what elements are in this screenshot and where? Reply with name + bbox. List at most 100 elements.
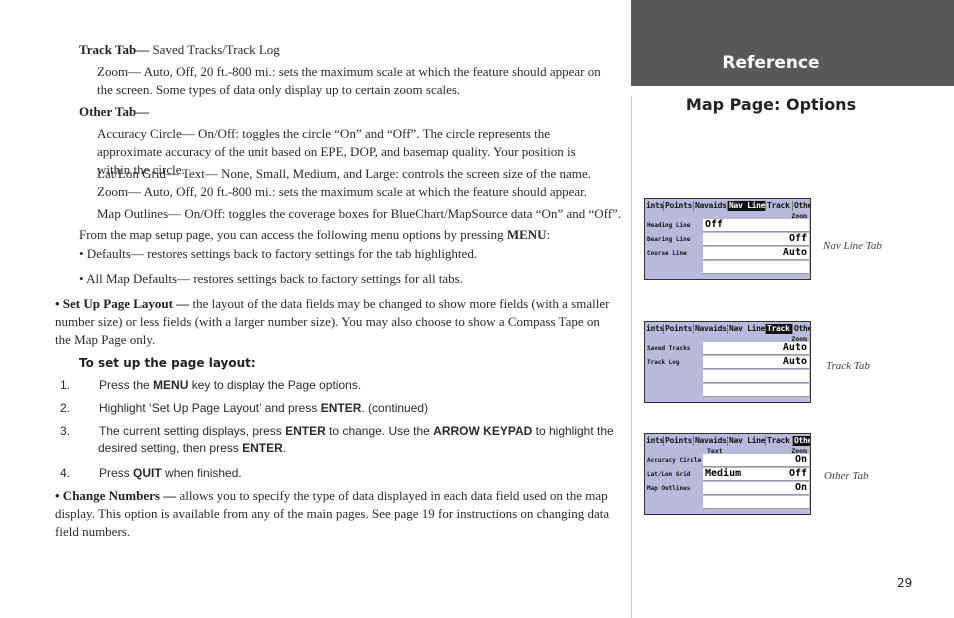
screen-tab[interactable]: Points xyxy=(664,324,694,334)
screen-tab[interactable]: Track xyxy=(766,324,793,334)
screen-tab-bar: intsPointsNavaidsNav LineTrackOther xyxy=(645,324,810,334)
screen-caption: Track Tab xyxy=(826,360,870,372)
zoom-value: Off xyxy=(788,233,807,244)
setting-field[interactable]: Auto xyxy=(703,247,809,260)
step-text: when finished. xyxy=(161,466,242,480)
page-title: Map Page: Options xyxy=(685,95,857,114)
track-tab-desc: Saved Tracks/Track Log xyxy=(149,42,280,57)
page-number: 29 xyxy=(897,576,913,590)
screen-tab[interactable]: Nav Line xyxy=(728,324,766,334)
text-value: Off xyxy=(705,219,724,230)
setting-row xyxy=(645,496,810,509)
setting-label: Accuracy Circle xyxy=(647,457,702,464)
step-number: 1. xyxy=(60,378,71,392)
section-label: Reference xyxy=(722,53,820,73)
setting-row xyxy=(645,261,810,274)
setting-row: Lat/Lon Grid Medium Off xyxy=(645,468,810,481)
latlon-grid-text-2: Zoom— Auto, Off, 20 ft.-800 mi.: sets th… xyxy=(97,184,588,199)
key-name: MENU xyxy=(153,378,189,392)
setting-field[interactable]: Auto xyxy=(703,342,809,355)
step-number: 2. xyxy=(60,401,71,415)
key-name: QUIT xyxy=(133,466,162,480)
procedure-step: 2. Highlight ‘Set Up Page Layout’ and pre… xyxy=(60,400,638,417)
setting-field[interactable] xyxy=(703,261,809,274)
screen-tab[interactable]: Navaids xyxy=(694,324,728,334)
column-divider xyxy=(631,96,632,618)
procedure-step: 3. The current setting displays, press EN… xyxy=(60,423,638,457)
setting-field[interactable] xyxy=(703,370,809,383)
map-outlines-text: Map Outlines— On/Off: toggles the covera… xyxy=(97,206,622,221)
track-zoom-text: Zoom— Auto, Off, 20 ft.-800 mi.: sets th… xyxy=(97,64,601,97)
track-tab-title: Track Tab— xyxy=(79,42,150,57)
key-name: ARROW KEYPAD xyxy=(433,424,533,438)
text-value: Medium xyxy=(705,468,742,479)
menu-intro: From the map setup page, you can access … xyxy=(79,226,619,244)
setting-label: Course Line xyxy=(647,250,687,257)
step-text: to change. Use the xyxy=(325,424,434,438)
setting-field[interactable]: Medium Off xyxy=(703,468,809,481)
setting-label: Heading Line xyxy=(647,222,691,229)
setting-field[interactable]: Off xyxy=(703,233,809,246)
setting-row xyxy=(645,384,810,397)
screen-tab[interactable]: Nav Line xyxy=(728,201,766,211)
latlon-grid-text-1: Lat/Lon Grid— Text— None, Small, Medium,… xyxy=(97,166,591,181)
zoom-value: On xyxy=(794,482,807,493)
setting-row: Accuracy Circle On xyxy=(645,454,810,467)
zoom-value: Auto xyxy=(782,247,807,258)
track-tab-heading: Track Tab— Saved Tracks/Track Log xyxy=(79,41,639,59)
setting-row: Track Log Auto xyxy=(645,356,810,369)
screen-tab[interactable]: Points xyxy=(664,201,694,211)
setting-label: Saved Tracks xyxy=(647,345,691,352)
step-text: The current setting displays, press xyxy=(99,424,286,438)
procedure-title: To set up the page layout: xyxy=(79,356,256,370)
step-text: Press the xyxy=(99,378,154,392)
screen-tab[interactable]: Nav Line xyxy=(728,436,766,446)
procedure-step: 4. Press QUIT when finished. xyxy=(60,465,638,482)
setting-field[interactable]: On xyxy=(703,454,809,467)
setting-field[interactable]: On xyxy=(703,482,809,495)
screen-tab[interactable]: Points xyxy=(664,436,694,446)
section-header-band xyxy=(631,0,954,86)
defaults-item: • Defaults— restores settings back to fa… xyxy=(79,246,478,261)
procedure-step: 1. Press the MENU key to display the Page… xyxy=(60,377,638,394)
screen-tab[interactable]: Navaids xyxy=(694,201,728,211)
all-defaults-item: • All Map Defaults— restores settings ba… xyxy=(79,271,463,286)
setting-row: Saved Tracks Auto xyxy=(645,342,810,355)
key-name: ENTER xyxy=(320,401,362,415)
step-text: . (continued) xyxy=(361,401,429,415)
step-number: 4. xyxy=(60,466,71,480)
key-name: ENTER xyxy=(242,441,283,455)
change-numbers-title: • Change Numbers — xyxy=(55,488,177,503)
setting-field[interactable] xyxy=(703,384,809,397)
screen-tab[interactable]: Navaids xyxy=(694,436,728,446)
setup-layout-title: • Set Up Page Layout — xyxy=(55,296,190,311)
setting-label: Lat/Lon Grid xyxy=(647,471,691,478)
screen-tab[interactable]: ints xyxy=(645,201,664,211)
setup-layout-item: • Set Up Page Layout — the layout of the… xyxy=(55,295,610,349)
zoom-value: Auto xyxy=(782,356,807,367)
menu-key-label: MENU xyxy=(506,227,547,242)
zoom-value: Auto xyxy=(782,342,807,353)
screen-tab[interactable]: Track xyxy=(766,436,793,446)
zoom-value: On xyxy=(794,454,807,465)
map-setup-screen: intsPointsNavaidsNav LineTrackOtherZoomH… xyxy=(644,198,811,280)
screen-tab[interactable]: ints xyxy=(645,324,664,334)
setting-label: Bearing Line xyxy=(647,236,691,243)
key-name: ENTER xyxy=(285,424,326,438)
screen-caption: Nav Line Tab xyxy=(823,240,882,252)
setting-field[interactable] xyxy=(703,496,809,509)
setting-field[interactable]: Auto xyxy=(703,356,809,369)
setting-label: Track Log xyxy=(647,359,680,366)
map-setup-screen: intsPointsNavaidsNav LineTrackOtherTextZ… xyxy=(644,433,811,515)
map-setup-screen: intsPointsNavaidsNav LineTrackOtherZoomS… xyxy=(644,321,811,403)
setting-field[interactable]: Off xyxy=(703,219,809,232)
setting-row: Heading Line Off xyxy=(645,219,810,232)
setting-label: Map Outlines xyxy=(647,485,691,492)
screen-tab[interactable]: Track xyxy=(766,201,793,211)
zoom-value: Off xyxy=(788,468,807,479)
screen-tab[interactable]: Other xyxy=(793,324,810,334)
screen-tab[interactable]: ints xyxy=(645,436,664,446)
setting-row: Course Line Auto xyxy=(645,247,810,260)
screen-tab[interactable]: Other xyxy=(793,436,810,446)
screen-tab[interactable]: Other xyxy=(793,201,810,211)
